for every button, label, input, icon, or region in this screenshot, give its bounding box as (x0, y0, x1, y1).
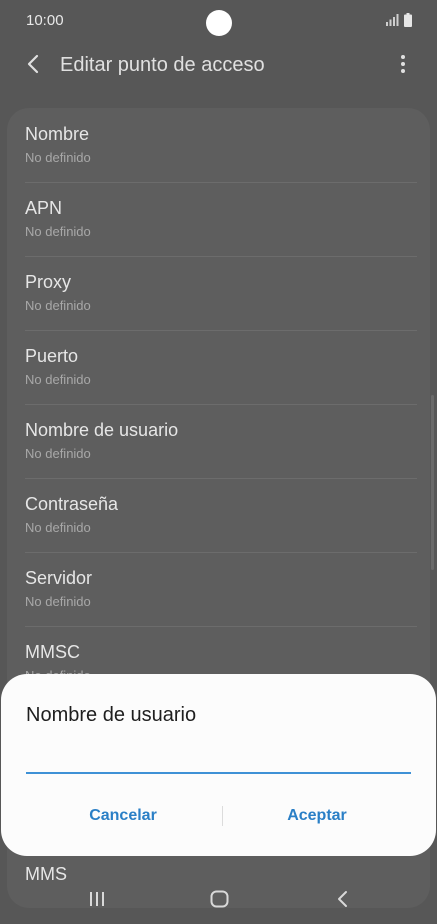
home-icon[interactable] (210, 890, 229, 908)
list-item-servidor[interactable]: Servidor No definido (25, 552, 422, 626)
cancel-button[interactable]: Cancelar (23, 796, 223, 836)
list-item-title: Nombre (25, 124, 90, 144)
list-item-value: No definido (25, 298, 91, 313)
list-item-title: Nombre de usuario (25, 420, 179, 440)
list-item-nombre[interactable]: Nombre No definido (25, 108, 422, 182)
accept-button[interactable]: Aceptar (217, 796, 417, 836)
list-item-value: No definido (25, 372, 91, 387)
signal-icon (386, 14, 399, 26)
list-item-title: APN (25, 198, 63, 218)
list-item-contrasena[interactable]: Contraseña No definido (25, 478, 422, 552)
back-arrow-icon[interactable] (24, 53, 44, 75)
list-item-nombre-de-usuario[interactable]: Nombre de usuario No definido (25, 404, 422, 478)
list-item-title: Contraseña (25, 494, 119, 514)
list-item-value: No definido (25, 594, 91, 609)
list-item-title: MMSC (25, 642, 80, 662)
list-item-puerto[interactable]: Puerto No definido (25, 330, 422, 404)
list-item-value: No definido (25, 150, 91, 165)
phone-screen: 10:00 Editar punto de acceso Nombre No d… (0, 0, 437, 924)
list-item-proxy[interactable]: Proxy No definido (25, 256, 422, 330)
camera-cutout (206, 10, 232, 36)
dialog-title: Nombre de usuario (26, 704, 197, 726)
username-dialog: Nombre de usuario Cancelar Aceptar (1, 674, 436, 856)
back-icon[interactable] (335, 889, 349, 909)
navigation-bar (0, 876, 437, 924)
page-title: Editar punto de acceso (60, 54, 265, 76)
more-options-icon[interactable] (395, 52, 411, 76)
recent-apps-icon[interactable] (88, 890, 106, 908)
username-input[interactable] (26, 744, 411, 774)
list-item-value: No definido (25, 520, 91, 535)
app-bar: Editar punto de acceso (0, 42, 437, 90)
status-time: 10:00 (26, 12, 64, 29)
list-item-title: Proxy (25, 272, 72, 292)
list-item-title: Puerto (25, 346, 79, 366)
list-item-value: No definido (25, 224, 91, 239)
list-item-value: No definido (25, 446, 91, 461)
battery-icon (404, 13, 412, 27)
list-item-title: Servidor (25, 568, 93, 588)
list-item-apn[interactable]: APN No definido (25, 182, 422, 256)
scrollbar[interactable] (431, 395, 434, 570)
status-bar: 10:00 (0, 0, 437, 42)
